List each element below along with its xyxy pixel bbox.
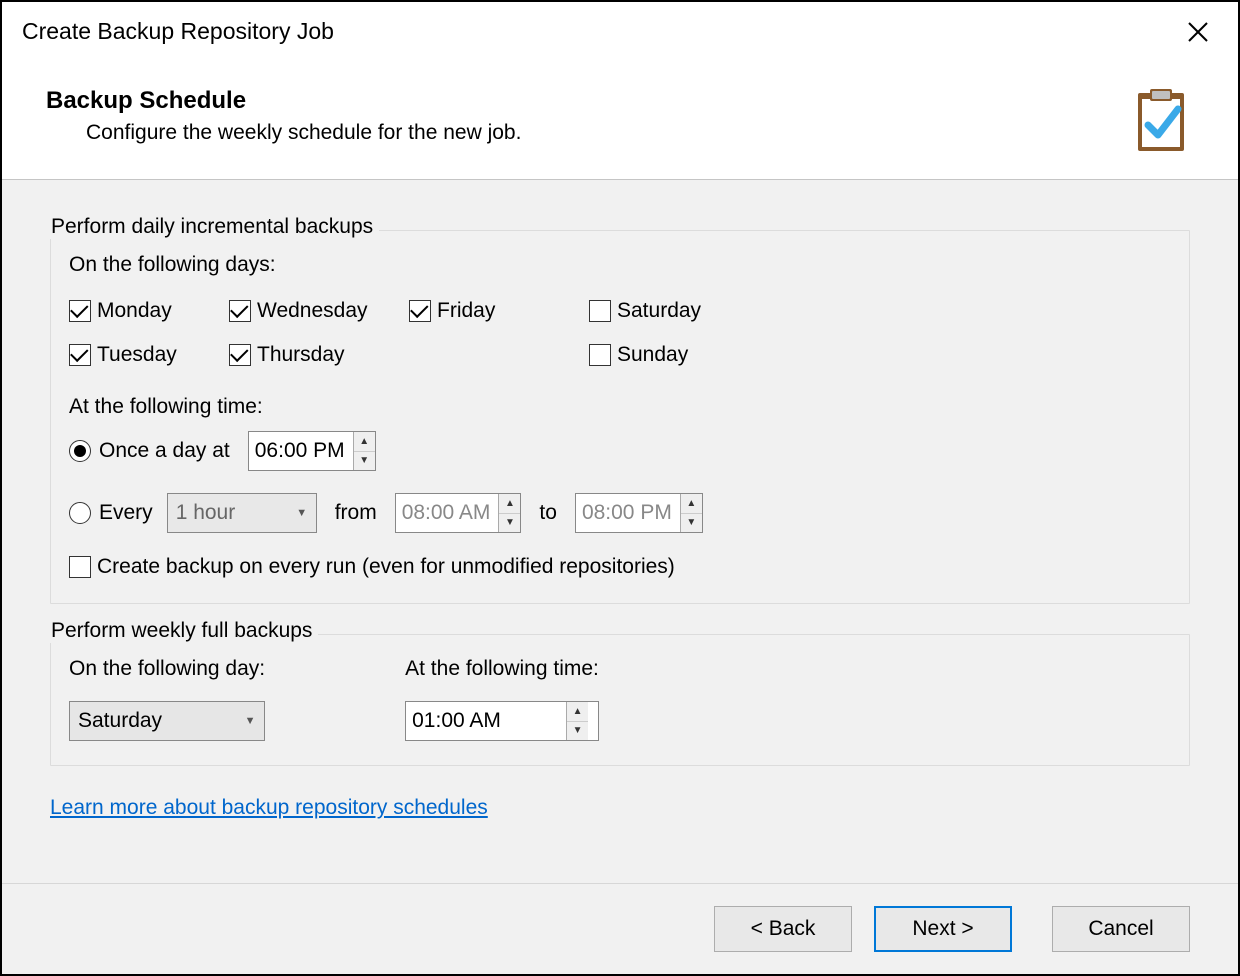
clipboard-check-icon	[1132, 87, 1190, 155]
once-label: Once a day at	[99, 439, 230, 463]
once-a-day-row: Once a day at 06:00 PM ▲ ▼	[69, 431, 1171, 471]
full-time-spinner[interactable]: ▲ ▼	[566, 702, 588, 740]
spinner-up-icon[interactable]: ▲	[354, 432, 375, 452]
titlebar: Create Backup Repository Job	[2, 2, 1238, 57]
spinner-up-icon[interactable]: ▲	[499, 494, 520, 514]
incremental-fieldset: Perform daily incremental backups On the…	[50, 230, 1190, 604]
day-cell: Thursday	[229, 333, 409, 377]
back-button[interactable]: < Back	[714, 906, 852, 952]
day-label: Tuesday	[97, 343, 177, 367]
day-checkbox-thursday[interactable]	[229, 344, 251, 366]
full-fieldset: Perform weekly full backups On the follo…	[50, 634, 1190, 766]
force-backup-checkbox[interactable]	[69, 556, 91, 578]
full-day-select[interactable]: Saturday ▼	[69, 701, 265, 741]
day-checkbox-sunday[interactable]	[589, 344, 611, 366]
to-label: to	[539, 501, 557, 525]
day-label: Friday	[437, 299, 495, 323]
every-row: Every 1 hour ▼ from 08:00 AM ▲ ▼ to 08:0…	[69, 493, 1171, 533]
window-title: Create Backup Repository Job	[22, 18, 1178, 45]
spinner-down-icon[interactable]: ▼	[681, 514, 702, 533]
day-label: Saturday	[617, 299, 701, 323]
full-time-input[interactable]: 01:00 AM ▲ ▼	[405, 701, 599, 741]
days-grid: Monday Wednesday Friday Saturday Tuesday Thur…	[69, 289, 1171, 377]
day-checkbox-tuesday[interactable]	[69, 344, 91, 366]
force-backup-label: Create backup on every run (even for unm…	[97, 555, 675, 579]
wizard-footer: < Back Next > Cancel	[2, 883, 1238, 974]
once-time-value: 06:00 PM	[249, 432, 353, 470]
every-radio[interactable]	[69, 502, 91, 524]
page-title: Backup Schedule	[46, 87, 1132, 115]
spinner-down-icon[interactable]: ▼	[354, 452, 375, 471]
full-day-col: On the following day: Saturday ▼	[69, 657, 265, 741]
day-cell: Tuesday	[69, 333, 229, 377]
once-time-spinner[interactable]: ▲ ▼	[353, 432, 375, 470]
from-time-input[interactable]: 08:00 AM ▲ ▼	[395, 493, 522, 533]
day-checkbox-wednesday[interactable]	[229, 300, 251, 322]
from-label: from	[335, 501, 377, 525]
day-cell: Friday	[409, 289, 589, 333]
to-time-input[interactable]: 08:00 PM ▲ ▼	[575, 493, 703, 533]
day-label: Sunday	[617, 343, 688, 367]
spinner-up-icon[interactable]: ▲	[567, 702, 588, 722]
chevron-down-icon: ▼	[236, 702, 264, 740]
incremental-legend: Perform daily incremental backups	[45, 215, 379, 239]
day-cell: Wednesday	[229, 289, 409, 333]
full-legend: Perform weekly full backups	[45, 619, 318, 643]
day-label: Wednesday	[257, 299, 368, 323]
day-label: Thursday	[257, 343, 345, 367]
day-checkbox-saturday[interactable]	[589, 300, 611, 322]
full-columns: On the following day: Saturday ▼ At the …	[69, 657, 1171, 741]
day-checkbox-friday[interactable]	[409, 300, 431, 322]
from-time-value: 08:00 AM	[396, 494, 499, 532]
once-radio[interactable]	[69, 440, 91, 462]
cancel-button[interactable]: Cancel	[1052, 906, 1190, 952]
day-cell: Monday	[69, 289, 229, 333]
spinner-up-icon[interactable]: ▲	[681, 494, 702, 514]
to-time-value: 08:00 PM	[576, 494, 680, 532]
full-time-col: At the following time: 01:00 AM ▲ ▼	[405, 657, 599, 741]
chevron-down-icon: ▼	[288, 494, 316, 532]
day-cell: Sunday	[589, 333, 759, 377]
from-time-spinner[interactable]: ▲ ▼	[498, 494, 520, 532]
force-backup-row: Create backup on every run (even for unm…	[69, 555, 1171, 579]
once-time-input[interactable]: 06:00 PM ▲ ▼	[248, 431, 376, 471]
full-time-label: At the following time:	[405, 657, 599, 681]
interval-value: 1 hour	[168, 494, 288, 532]
header-text: Backup Schedule Configure the weekly sch…	[46, 87, 1132, 145]
time-label: At the following time:	[69, 395, 1171, 419]
every-label: Every	[99, 501, 153, 525]
interval-select[interactable]: 1 hour ▼	[167, 493, 317, 533]
wizard-header: Backup Schedule Configure the weekly sch…	[2, 57, 1238, 180]
full-day-label: On the following day:	[69, 657, 265, 681]
close-button[interactable]	[1178, 12, 1218, 52]
to-time-spinner[interactable]: ▲ ▼	[680, 494, 702, 532]
day-label: Monday	[97, 299, 172, 323]
help-link[interactable]: Learn more about backup repository sched…	[50, 796, 488, 819]
page-subtitle: Configure the weekly schedule for the ne…	[86, 121, 1132, 145]
days-label: On the following days:	[69, 253, 1171, 277]
spinner-down-icon[interactable]: ▼	[567, 722, 588, 741]
day-cell	[409, 333, 589, 377]
day-checkbox-monday[interactable]	[69, 300, 91, 322]
day-cell: Saturday	[589, 289, 759, 333]
dialog-window: Create Backup Repository Job Backup Sche…	[0, 0, 1240, 976]
next-button[interactable]: Next >	[874, 906, 1012, 952]
close-icon	[1187, 21, 1209, 43]
spinner-down-icon[interactable]: ▼	[499, 514, 520, 533]
full-day-value: Saturday	[70, 702, 236, 740]
wizard-body: Perform daily incremental backups On the…	[2, 180, 1238, 883]
full-time-value: 01:00 AM	[406, 702, 566, 740]
